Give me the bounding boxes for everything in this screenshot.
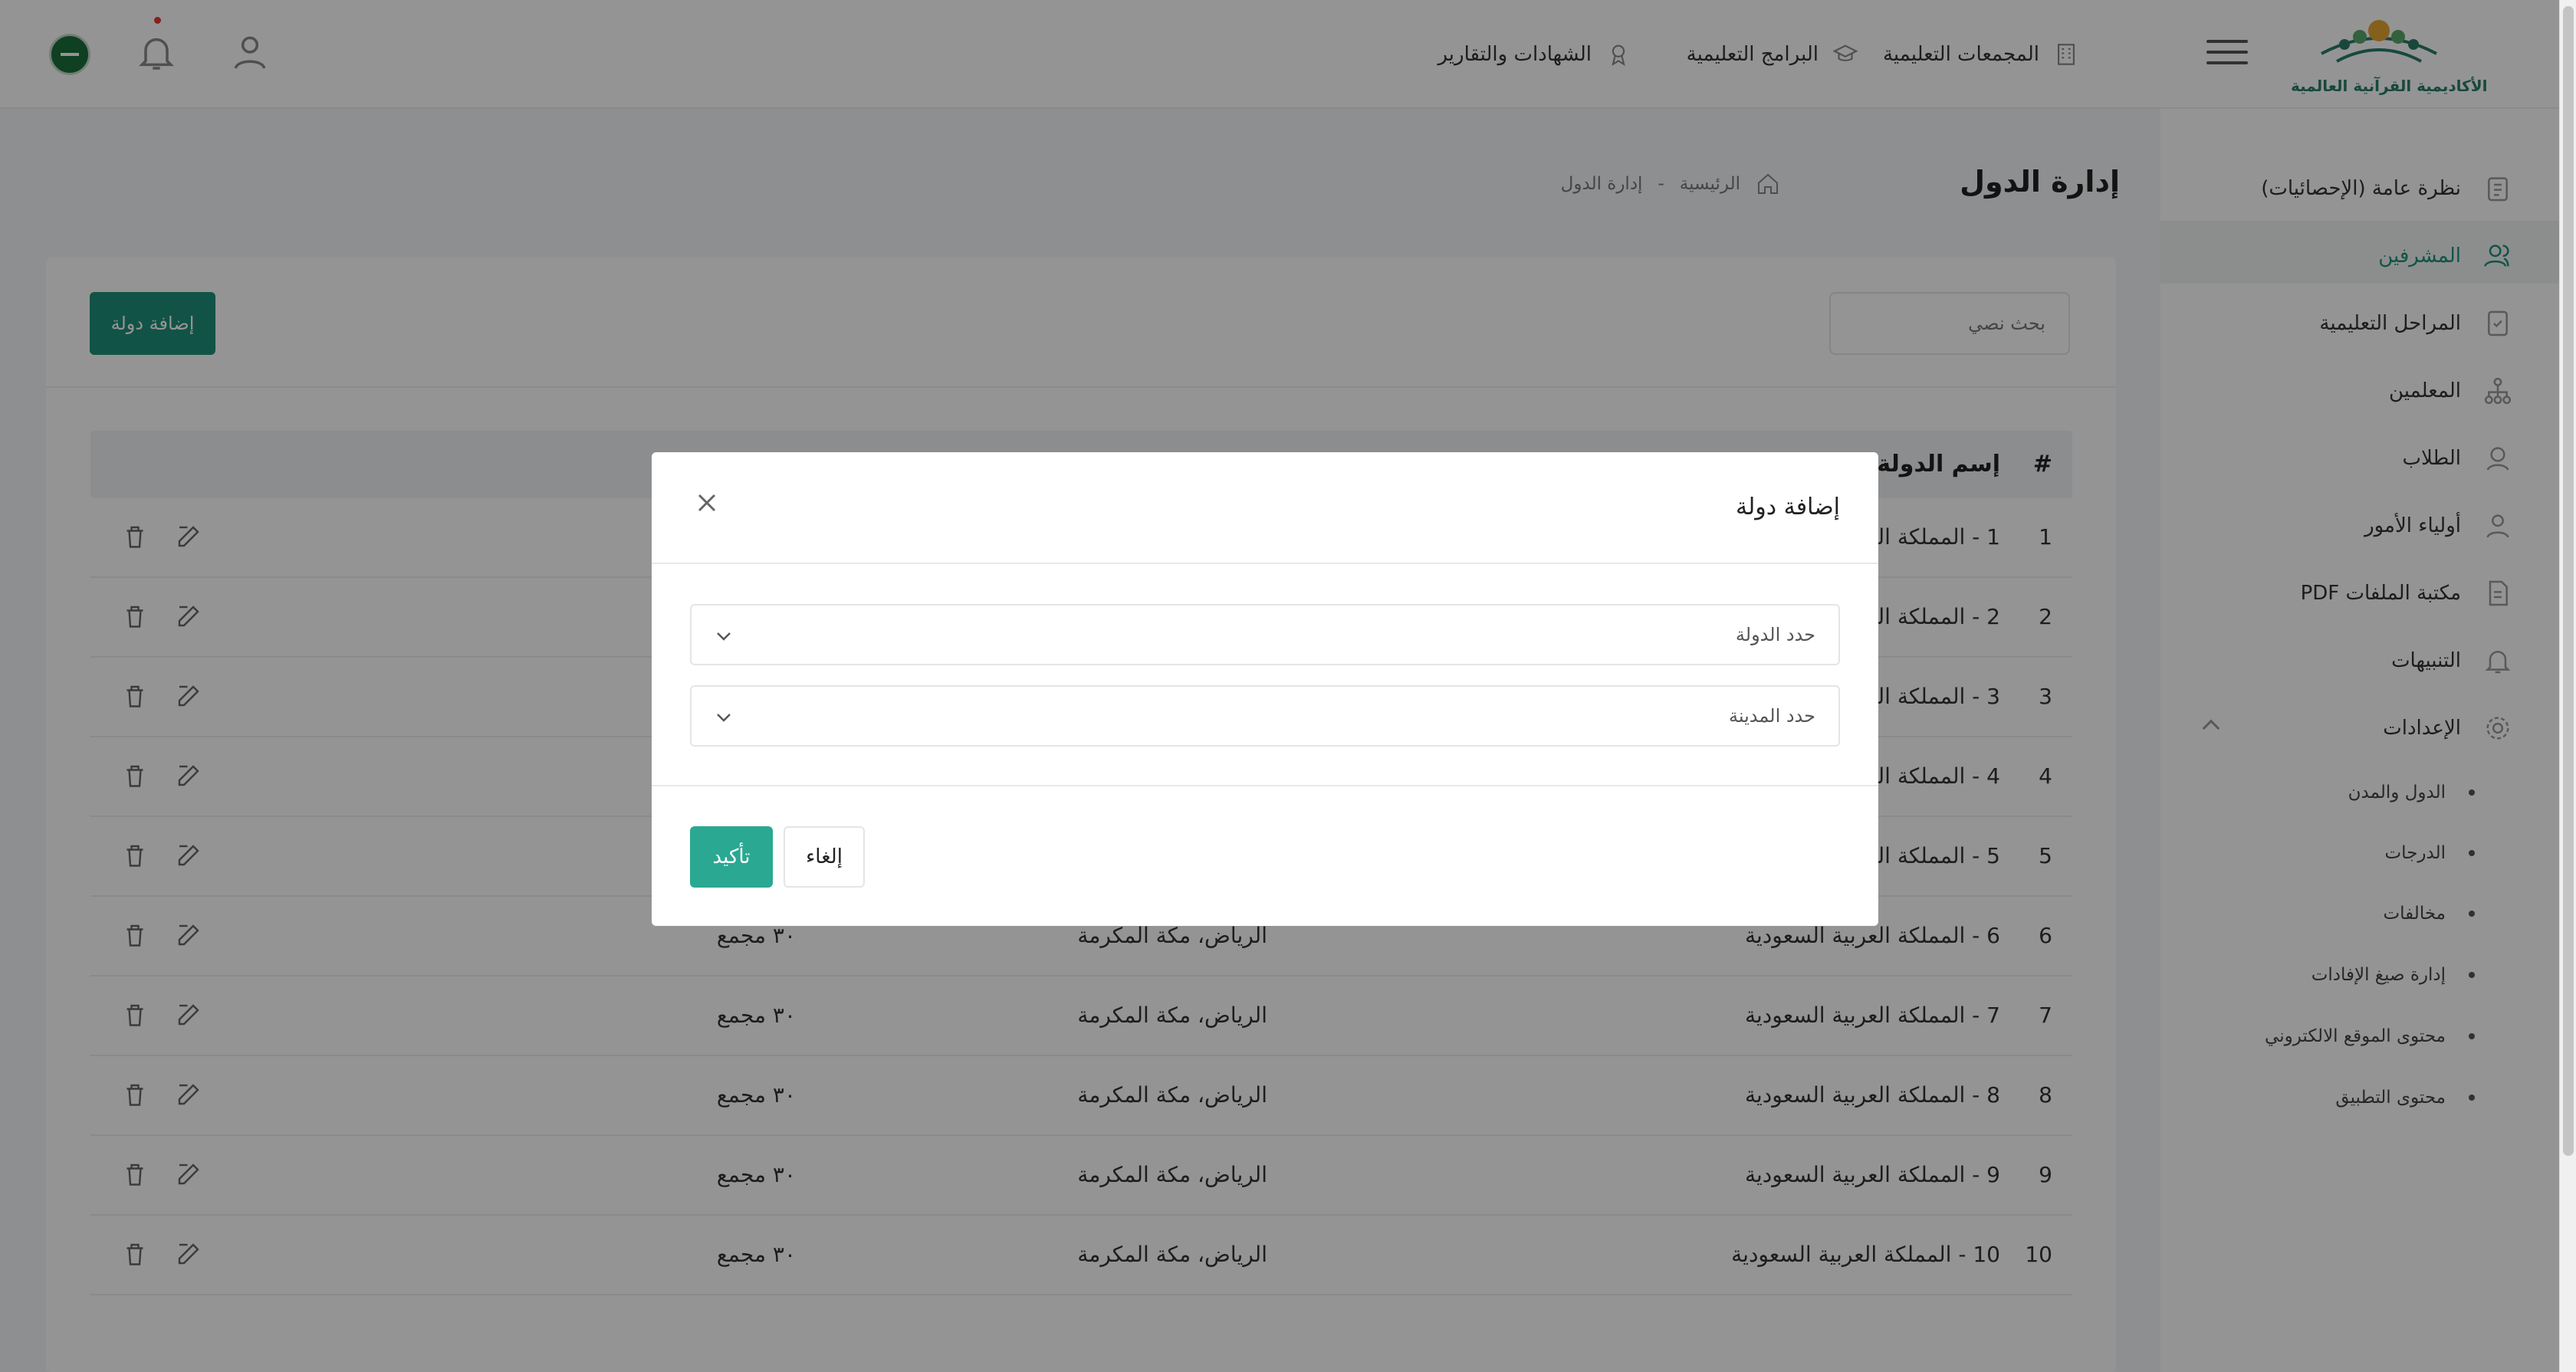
scrollbar-thumb[interactable] (2563, 6, 2574, 1156)
chevron-down-icon (717, 632, 731, 641)
page-scrollbar[interactable] (2559, 0, 2576, 1372)
country-select[interactable]: حدد الدولة (690, 604, 1840, 665)
modal-footer-divider (652, 785, 1878, 786)
confirm-button[interactable]: تأكيد (690, 826, 773, 888)
close-icon[interactable] (692, 487, 722, 518)
add-country-modal: إضافة دولة حدد الدولة حدد المدينة تأكيد … (652, 452, 1878, 926)
chevron-down-icon (717, 714, 731, 722)
city-select[interactable]: حدد المدينة (690, 685, 1840, 747)
country-select-value: حدد الدولة (1735, 624, 1815, 645)
modal-header-divider (652, 563, 1878, 564)
city-select-value: حدد المدينة (1729, 705, 1815, 727)
cancel-button[interactable]: إلغاء (784, 826, 865, 888)
modal-title: إضافة دولة (1736, 494, 1840, 520)
